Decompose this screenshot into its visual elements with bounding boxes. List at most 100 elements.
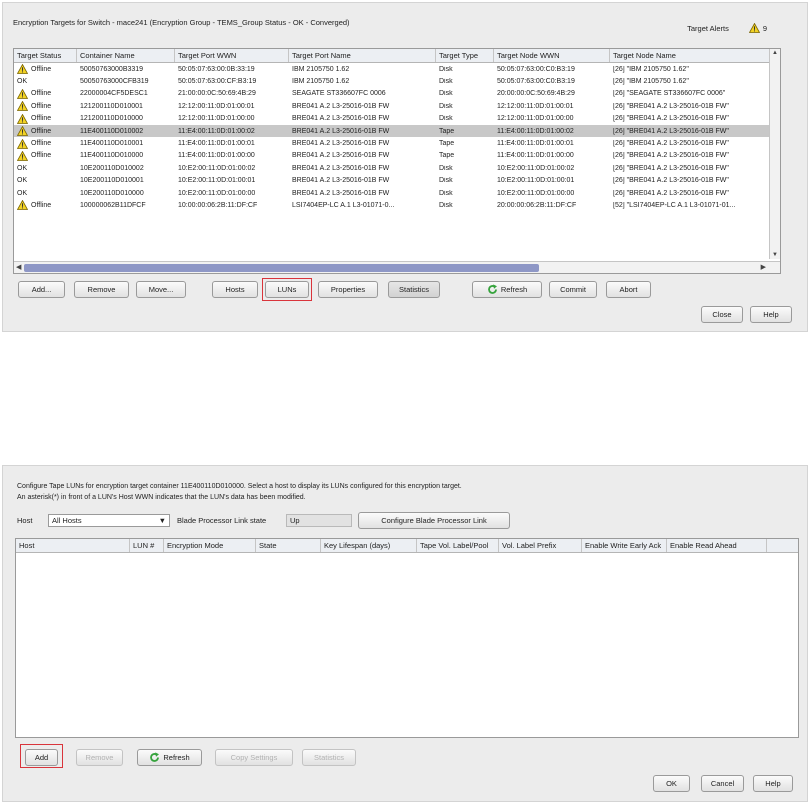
horizontal-scrollbar[interactable]: ◀ ▶ [14,261,780,273]
cell-text: Offline [31,140,52,148]
column-header[interactable]: Encryption Mode [164,539,256,552]
column-header[interactable]: Target Type [436,49,494,62]
table-cell: [26] "BRE041 A.2 L3-25016-01B FW" [610,177,772,184]
cell-text: SEAGATE ST336607FC 0006 [292,90,386,98]
host-select[interactable]: All Hosts ▼ [48,514,170,527]
table-row[interactable]: Offline 50050763000B3319 50:05:07:63:00:0B… [14,63,780,75]
column-header[interactable]: Enable Read Ahead [667,539,767,552]
table-cell: 20:00:00:0C:50:69:4B:29 [494,90,610,97]
column-header[interactable]: Tape Vol. Label/Pool [417,539,499,552]
table-cell: [26] "BRE041 A.2 L3-25016-01B FW" [610,128,772,135]
scroll-thumb[interactable] [24,264,539,272]
cell-text: 22000004CF5DESC1 [80,90,148,98]
abort-button[interactable]: Abort [606,281,651,298]
add-lun-highlight [20,744,63,768]
table-row[interactable]: Offline 11E400110D010000 11:E4:00:11:0D:01… [14,150,780,162]
refresh-button[interactable]: Refresh [472,281,542,298]
cell-text: [26] "BRE041 A.2 L3-25016-01B FW" [613,152,729,160]
remove-lun-button[interactable]: Remove [76,749,123,766]
scroll-right-icon[interactable]: ▶ [761,263,766,271]
table-cell: [26] "BRE041 A.2 L3-25016-01B FW" [610,115,772,122]
scroll-up-icon[interactable]: ▲ [772,50,778,56]
column-header[interactable]: Target Node WWN [494,49,610,62]
table-cell: 10:E2:00:11:0D:01:00:02 [494,165,610,172]
table-cell: 50:05:07:63:00:C0:B3:19 [494,66,610,73]
target-alerts-badge[interactable]: 9 [748,23,767,33]
column-header[interactable]: State [256,539,321,552]
table-row[interactable]: Offline 22000004CF5DESC1 21:00:00:0C:50:69… [14,88,780,100]
table-cell: Offline [14,64,77,75]
table-row[interactable]: OK 50050763000CFB319 50:05:07:63:00:CF:B3:… [14,75,780,87]
ok-button[interactable]: OK [653,775,690,792]
cell-text: Disk [439,90,453,98]
table-row[interactable]: Offline 11E400110D010002 11:E4:00:11:0D:01… [14,124,780,138]
cell-text: 12:12:00:11:0D:01:00:01 [497,102,574,110]
cell-text: Tape [439,127,455,135]
column-header[interactable]: Target Port Name [289,49,436,62]
column-header[interactable]: Container Name [77,49,175,62]
table-cell: BRE041 A.2 L3-25016-01B FW [289,152,436,159]
table-cell: 11E400110D010001 [77,140,175,147]
column-header[interactable]: Target Status [14,49,77,62]
table-cell: 12:12:00:11:0D:01:00:00 [494,115,610,122]
cell-text: Tape [439,152,455,160]
table-cell: 10:00:00:06:2B:11:DF:CF [175,202,289,209]
remove-target-button[interactable]: Remove [74,281,129,298]
table-row[interactable]: Offline 121200110D010001 12:12:00:11:0D:01… [14,100,780,112]
copy-settings-button[interactable]: Copy Settings [215,749,293,766]
table-cell: 11E400110D010000 [77,152,175,159]
cell-text: 50:05:07:63:00:C0:B3:19 [497,78,575,86]
table-cell: LSI7404EP-LC A.1 L3-01071-0... [289,202,436,209]
table-cell: [26] "BRE041 A.2 L3-25016-01B FW" [610,190,772,197]
cell-text: 11E400110D010000 [80,152,144,160]
properties-button[interactable]: Properties [318,281,378,298]
close-button[interactable]: Close [701,306,743,323]
cancel-button[interactable]: Cancel [701,775,744,792]
table-row[interactable]: OK 10E200110D010000 10:E2:00:11:0D:01:00:0… [14,187,780,199]
help-button[interactable]: Help [750,306,792,323]
table-row[interactable]: OK 10E200110D010001 10:E2:00:11:0D:01:00:0… [14,175,780,187]
table-row[interactable]: Offline 11E400110D010001 11:E4:00:11:0D:01… [14,137,780,149]
luns-table: Host LUN # Encryption Mode State Key Lifespa… [15,538,799,738]
commit-button[interactable]: Commit [549,281,597,298]
table-cell: Disk [436,66,494,73]
cell-text: 100000062B11DFCF [80,201,146,209]
configure-blade-link-button[interactable]: Configure Blade Processor Link [358,512,510,529]
table-cell: BRE041 A.2 L3-25016-01B FW [289,140,436,147]
add-target-button[interactable]: Add... [18,281,65,298]
scroll-down-icon[interactable]: ▼ [772,252,778,258]
cell-text: OK [17,189,28,197]
vertical-scrollbar[interactable]: ▲ ▼ [769,49,780,259]
table-cell: BRE041 A.2 L3-25016-01B FW [289,103,436,110]
refresh-luns-label: Refresh [163,753,190,762]
statistics-button[interactable]: Statistics [388,281,440,298]
column-header[interactable]: Target Port WWN [175,49,289,62]
refresh-luns-button[interactable]: Refresh [137,749,202,766]
column-header[interactable]: Vol. Label Prefix [499,539,582,552]
table-cell: BRE041 A.2 L3-25016-01B FW [289,177,436,184]
table-row[interactable]: Offline 121200110D010000 12:12:00:11:0D:01… [14,113,780,125]
table-cell: Offline [14,138,77,149]
cell-text: Disk [439,201,453,209]
targets-table-body: Offline 50050763000B3319 50:05:07:63:00:0B… [14,63,780,212]
cell-text: 10:00:00:06:2B:11:DF:CF [178,201,258,209]
refresh-label: Refresh [500,285,528,294]
move-target-button[interactable]: Move... [136,281,186,298]
column-header[interactable]: Key Lifespan (days) [321,539,417,552]
table-row[interactable]: Offline 100000062B11DFCF 10:00:00:06:2B:11… [14,199,780,211]
column-header[interactable]: Target Node Name [610,49,772,62]
help-luns-button[interactable]: Help [753,775,793,792]
refresh-icon [487,284,498,295]
table-cell: Offline [14,101,77,112]
column-header[interactable]: Host [16,539,130,552]
column-header[interactable]: Enable Write Early Ack [582,539,667,552]
column-header[interactable]: LUN # [130,539,164,552]
warning-icon [17,113,28,124]
cell-text: 50:05:07:63:00:CF:B3:19 [178,78,257,86]
statistics-luns-button[interactable]: Statistics [302,749,356,766]
table-cell: 11:E4:00:11:0D:01:00:01 [494,140,610,147]
scroll-left-icon[interactable]: ◀ [16,263,21,271]
hosts-button[interactable]: Hosts [212,281,258,298]
table-row[interactable]: OK 10E200110D010002 10:E2:00:11:0D:01:00:0… [14,162,780,174]
table-cell: [26] "IBM 2105750 1.62" [610,66,772,73]
